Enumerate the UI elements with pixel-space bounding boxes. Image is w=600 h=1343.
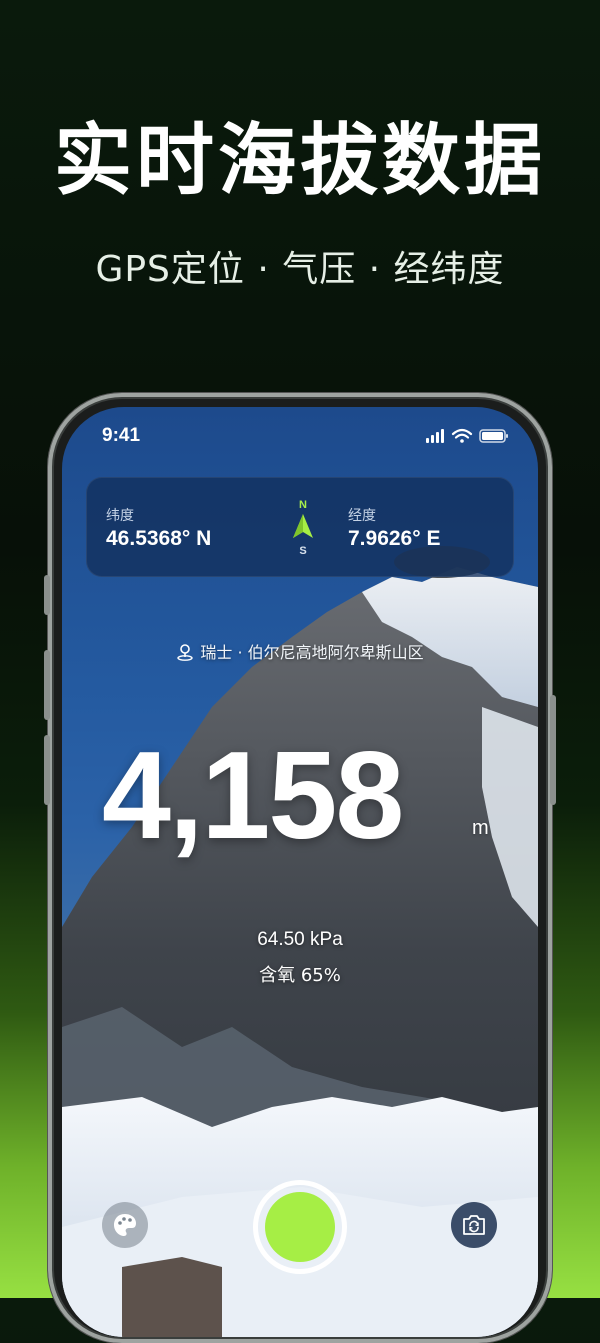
- battery-icon: [479, 429, 508, 443]
- app-screen: 9:41 纬度 46.5368° N N S 经度 7.9626° E 瑞士 ·…: [62, 407, 538, 1337]
- coordinates-card: 纬度 46.5368° N N S 经度 7.9626° E: [86, 477, 514, 577]
- altitude-value: 4,158: [102, 727, 404, 865]
- status-time: 9:41: [102, 425, 141, 446]
- palette-button[interactable]: [102, 1202, 148, 1248]
- status-icons: [426, 428, 508, 443]
- location-pin-icon: [177, 644, 194, 661]
- camera-switch-button[interactable]: [451, 1202, 497, 1248]
- shutter-button[interactable]: [265, 1192, 335, 1262]
- oxygen-value: 含氧 65%: [259, 965, 341, 986]
- longitude-value: 7.9626° E: [348, 527, 441, 550]
- compass-south-label: S: [299, 545, 307, 557]
- latitude-label: 纬度: [106, 507, 134, 523]
- altitude-unit: m: [472, 817, 489, 839]
- palette-icon: [114, 1214, 136, 1236]
- promo-subline: GPS定位 · 气压 · 经纬度: [95, 249, 505, 290]
- pressure-value: 64.50 kPa: [257, 929, 343, 950]
- promo-headline: 实时海拔数据: [53, 116, 546, 206]
- phone-side-button: [44, 650, 50, 720]
- camera-switch-icon: [463, 1215, 485, 1235]
- compass-arrow-icon: [293, 514, 313, 538]
- location-row: 瑞士 · 伯尔尼高地阿尔卑斯山区: [62, 639, 538, 663]
- phone-side-button: [44, 735, 50, 805]
- longitude-label: 经度: [348, 507, 376, 523]
- signal-icon: [426, 429, 444, 443]
- phone-side-button: [550, 695, 556, 805]
- compass-north-label: N: [299, 499, 307, 511]
- phone-side-button: [44, 575, 50, 615]
- compass: N S: [288, 499, 318, 557]
- wifi-icon: [451, 428, 473, 443]
- latitude-value: 46.5368° N: [106, 527, 212, 550]
- location-text: 瑞士 · 伯尔尼高地阿尔卑斯山区: [200, 643, 424, 662]
